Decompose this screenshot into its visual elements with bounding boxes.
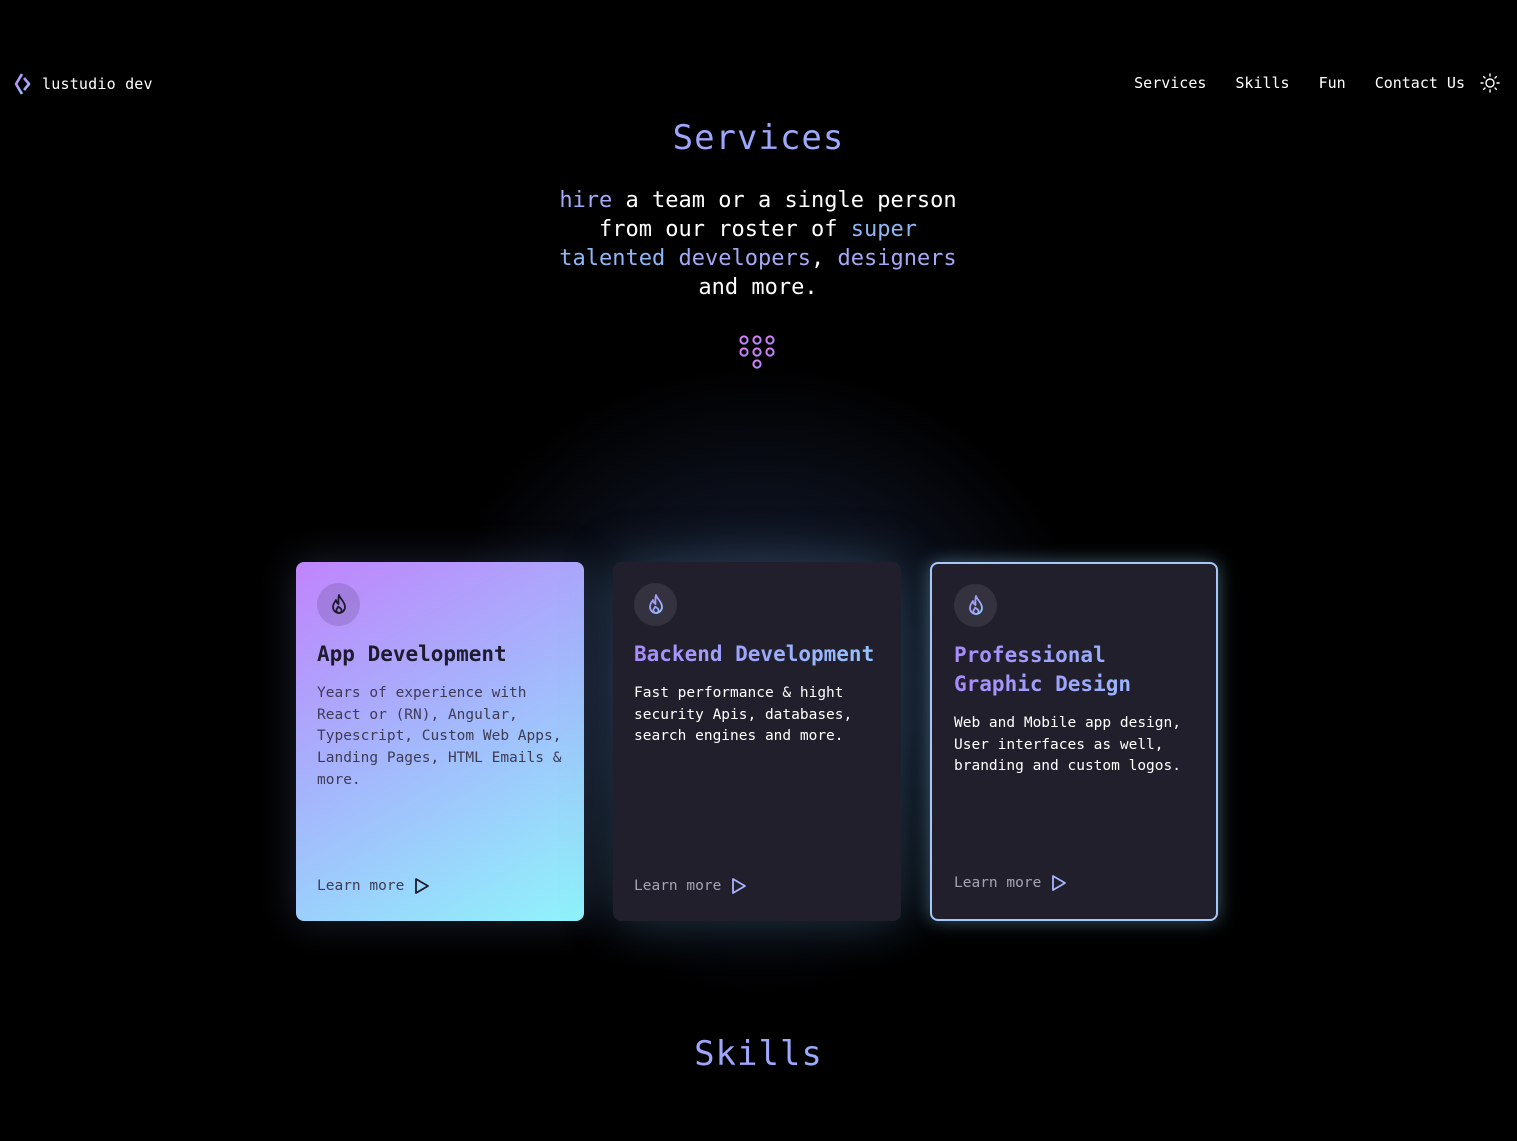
card-title: Professional Graphic Design xyxy=(954,641,1194,699)
card-description: Web and Mobile app design, User interfac… xyxy=(954,715,1181,775)
top-nav: lustudio dev Services Skills Fun Contact… xyxy=(0,64,1517,104)
services-tagline: hire a team or a single person from our … xyxy=(558,186,958,302)
nav-links: Services Skills Fun Contact Us xyxy=(1134,74,1465,92)
services-title: Services xyxy=(0,118,1517,158)
tagline-highlight-developers: developers xyxy=(678,246,811,271)
diamond-arrows-logo-icon xyxy=(10,72,34,96)
nav-link-fun[interactable]: Fun xyxy=(1319,74,1346,92)
play-triangle-icon xyxy=(1051,874,1067,892)
card-title: Backend Development xyxy=(634,640,880,669)
learn-more-label: Learn more xyxy=(634,878,722,894)
tagline-text: and more. xyxy=(698,275,818,300)
service-card-backend-development: Backend Development Fast performance & h… xyxy=(613,562,901,921)
tagline-text xyxy=(665,246,678,271)
card-description: Fast performance & hight security Apis, … xyxy=(634,685,853,745)
sun-icon[interactable] xyxy=(1480,73,1500,93)
tagline-highlight-designers: designers xyxy=(837,246,957,271)
page: lustudio dev Services Skills Fun Contact… xyxy=(0,0,1517,1141)
card-title: App Development xyxy=(317,642,507,666)
skills-title: Skills xyxy=(0,1034,1517,1074)
learn-more-label: Learn more xyxy=(317,878,405,894)
nav-link-skills[interactable]: Skills xyxy=(1235,74,1289,92)
brand-link[interactable]: lustudio dev xyxy=(10,72,153,96)
play-triangle-icon xyxy=(731,877,747,895)
nav-link-services[interactable]: Services xyxy=(1134,74,1206,92)
brand-name: lustudio dev xyxy=(42,75,153,93)
dots-grid-icon xyxy=(738,334,776,372)
flame-icon xyxy=(954,584,997,627)
nav-link-contact-us[interactable]: Contact Us xyxy=(1375,74,1465,92)
flame-icon xyxy=(317,583,360,626)
card-description: Years of experience with React or (RN), … xyxy=(317,685,562,788)
flame-icon xyxy=(634,583,677,626)
learn-more-link[interactable]: Learn more xyxy=(954,874,1067,892)
learn-more-link[interactable]: Learn more xyxy=(317,877,430,895)
service-card-app-development: App Development Years of experience with… xyxy=(296,562,584,921)
service-card-graphic-design: Professional Graphic Design Web and Mobi… xyxy=(930,562,1218,921)
tagline-highlight-hire: hire xyxy=(559,188,613,213)
tagline-text: , xyxy=(810,246,838,271)
play-triangle-icon xyxy=(414,877,430,895)
learn-more-label: Learn more xyxy=(954,875,1042,891)
learn-more-link[interactable]: Learn more xyxy=(634,877,747,895)
